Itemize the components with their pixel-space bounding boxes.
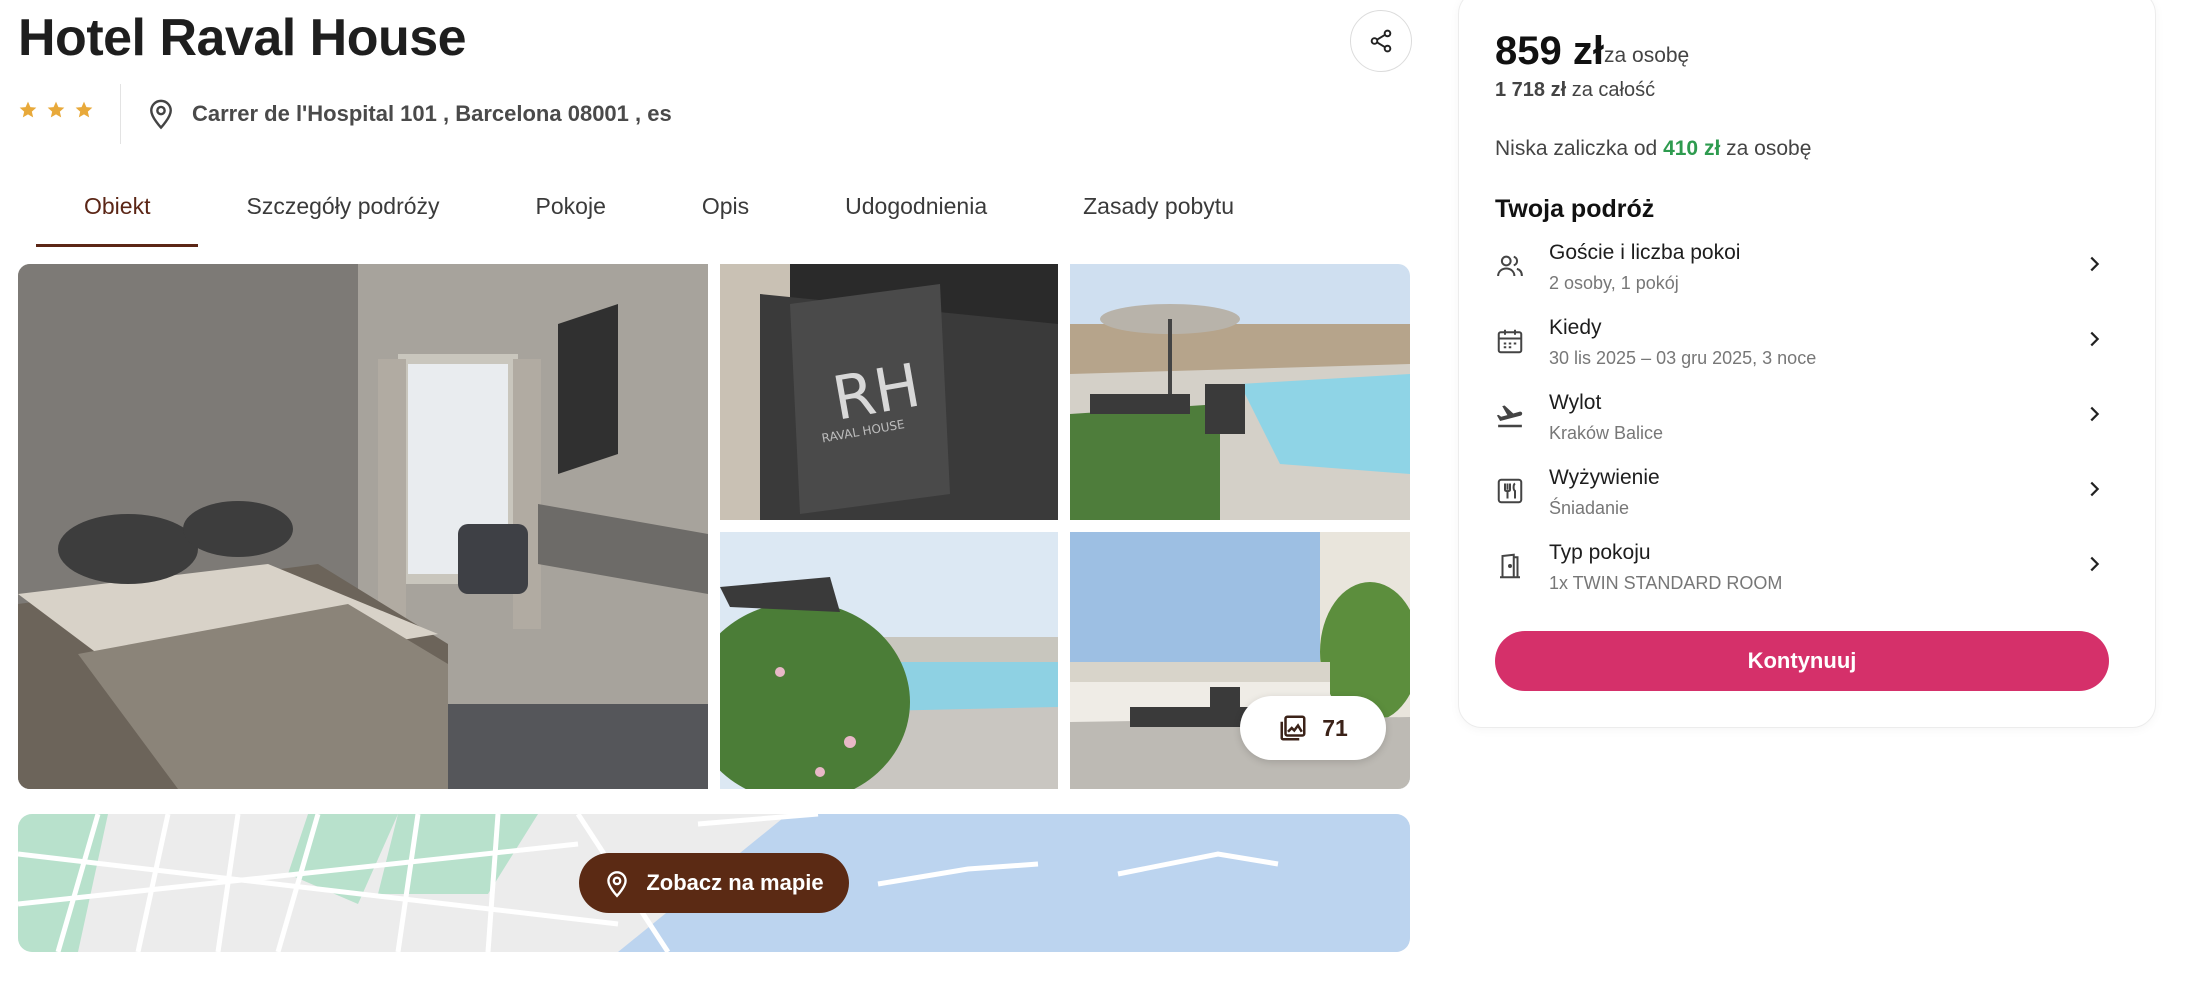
see-on-map-button[interactable]: Zobacz na mapie xyxy=(579,853,849,913)
see-on-map-label: Zobacz na mapie xyxy=(646,870,824,895)
hotel-sign-photo[interactable]: RH RAVAL HOUSE xyxy=(720,264,1058,520)
trip-item-label: Typ pokoju xyxy=(1549,541,1651,564)
deposit-line: Niska zaliczka od 410 zł za osobę xyxy=(1495,137,1811,161)
chevron-right-icon xyxy=(2090,406,2100,422)
trip-item-label: Wyżywienie xyxy=(1549,466,1660,489)
trip-item-label: Kiedy xyxy=(1549,316,1602,339)
photo-count: 71 xyxy=(1322,714,1348,741)
trip-item-guests[interactable]: Goście i liczba pokoi 2 osoby, 1 pokój xyxy=(1459,237,2155,307)
star-rating xyxy=(18,100,94,120)
chevron-right-icon xyxy=(2090,481,2100,497)
trip-item-value: 1x TWIN STANDARD ROOM xyxy=(1549,573,1783,593)
price-per-person: 859 zł xyxy=(1495,29,1604,73)
star-icon xyxy=(47,101,65,118)
total-price: 1 718 zł xyxy=(1495,79,1567,101)
chevron-right-icon xyxy=(2090,331,2100,347)
deposit-amount: 410 zł xyxy=(1663,137,1721,160)
door-icon xyxy=(1500,553,1520,579)
pool-photo[interactable] xyxy=(720,532,1058,789)
all-photos-button[interactable]: 71 xyxy=(1240,696,1386,760)
price-per-person-unit: za osobę xyxy=(1604,44,1690,67)
trip-item-value: Śniadanie xyxy=(1549,498,1630,518)
trip-item-value: 2 osoby, 1 pokój xyxy=(1549,273,1679,293)
chevron-right-icon xyxy=(2090,556,2100,572)
total-price-unit: za całość xyxy=(1571,79,1656,101)
location-pin-icon xyxy=(607,871,628,898)
trip-item-label: Goście i liczba pokoi xyxy=(1549,241,1741,264)
trip-section-title: Twoja podróż xyxy=(1495,195,1655,223)
tab-bar: Obiekt Szczegóły podróży Pokoje Opis Udo… xyxy=(36,186,1282,247)
total-price-line: 1 718 zł za całość xyxy=(1495,79,1655,102)
tab-travel-details[interactable]: Szczegóły podróży xyxy=(198,186,487,247)
trip-item-value: Kraków Balice xyxy=(1549,423,1664,443)
guests-icon xyxy=(1497,255,1523,277)
trip-item-meals[interactable]: Wyżywienie Śniadanie xyxy=(1459,462,2155,532)
deposit-prefix: Niska zaliczka od xyxy=(1495,137,1658,160)
gallery-icon xyxy=(1280,715,1306,741)
continue-button[interactable]: Kontynuuj xyxy=(1495,631,2109,691)
share-button[interactable] xyxy=(1350,10,1412,72)
plane-departure-icon xyxy=(1496,405,1523,428)
tab-obiekt[interactable]: Obiekt xyxy=(36,186,199,247)
trip-item-departure[interactable]: Wylot Kraków Balice xyxy=(1459,387,2155,457)
trip-item-value: 30 lis 2025 – 03 gru 2025, 3 noce xyxy=(1549,348,1817,368)
rooftop-pool-photo[interactable] xyxy=(1070,264,1410,520)
main-room-photo[interactable] xyxy=(18,264,708,789)
calendar-icon xyxy=(1497,329,1523,354)
meal-icon xyxy=(1497,478,1523,504)
tab-stay-rules[interactable]: Zasady pobytu xyxy=(1035,186,1282,247)
tab-amenities[interactable]: Udogodnienia xyxy=(797,186,1035,247)
star-icon xyxy=(19,101,37,118)
tab-rooms[interactable]: Pokoje xyxy=(488,186,654,247)
location-pin-icon xyxy=(150,99,172,130)
share-icon xyxy=(1370,29,1392,53)
header-divider xyxy=(120,84,121,144)
trip-item-label: Wylot xyxy=(1549,391,1602,414)
trip-item-dates[interactable]: Kiedy 30 lis 2025 – 03 gru 2025, 3 noce xyxy=(1459,312,2155,382)
deposit-suffix: za osobę xyxy=(1726,137,1812,160)
photo-gallery: RH RAVAL HOUSE xyxy=(18,264,1410,789)
booking-card: 859 zł za osobę 1 718 zł za całość Niska… xyxy=(1458,0,2156,728)
chevron-right-icon xyxy=(2090,256,2100,272)
tab-description[interactable]: Opis xyxy=(654,186,797,247)
hotel-address: Carrer de l'Hospital 101 , Barcelona 080… xyxy=(192,101,672,126)
star-icon xyxy=(75,101,93,118)
page-title: Hotel Raval House xyxy=(18,9,467,67)
trip-item-room-type[interactable]: Typ pokoju 1x TWIN STANDARD ROOM xyxy=(1459,537,2155,607)
